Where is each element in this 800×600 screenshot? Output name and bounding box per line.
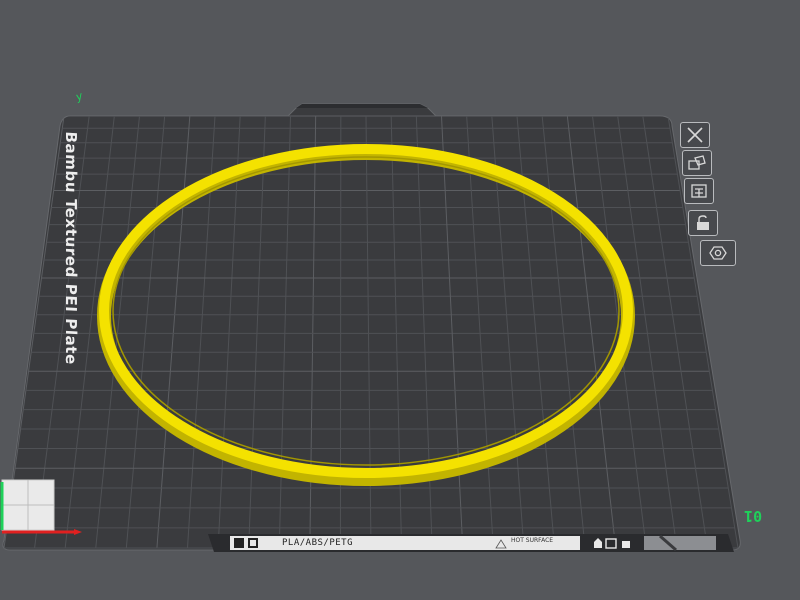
plate-settings-button[interactable] bbox=[700, 240, 736, 266]
orient-icon bbox=[691, 184, 707, 198]
close-icon bbox=[687, 127, 703, 143]
material-compat-text: PLA/ABS/PETG bbox=[282, 538, 354, 548]
delete-plate-button[interactable] bbox=[680, 122, 710, 148]
plate-number: 01 bbox=[744, 507, 763, 525]
build-plate-viewport[interactable] bbox=[0, 0, 800, 600]
grid-icon bbox=[234, 538, 244, 548]
plate-tab bbox=[296, 104, 428, 108]
lock-icon bbox=[697, 215, 709, 230]
lock-button[interactable] bbox=[688, 210, 718, 236]
gear-icon bbox=[709, 246, 727, 260]
bin-icon bbox=[622, 541, 630, 548]
plate-name-label: Bambu Textured PEI Plate bbox=[62, 131, 80, 366]
arrange-button[interactable] bbox=[682, 150, 712, 176]
arrange-icon bbox=[688, 155, 706, 170]
hot-surface-warning: HOT SURFACE bbox=[511, 537, 554, 544]
orient-button[interactable] bbox=[684, 178, 714, 204]
